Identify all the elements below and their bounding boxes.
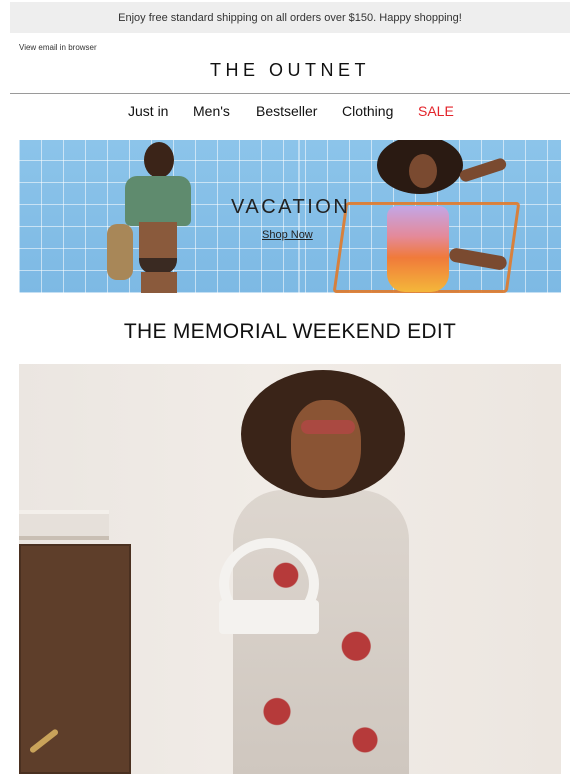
brand-logo[interactable]: THE OUTNET: [0, 60, 580, 81]
green-tshirt-image: [125, 176, 191, 226]
model-torso-image: [139, 222, 177, 260]
hero-image[interactable]: [19, 364, 561, 774]
header-divider: [10, 93, 570, 94]
nav-item-sale[interactable]: SALE: [418, 103, 454, 119]
sunglasses-image: [301, 420, 355, 434]
nav-item-just-in[interactable]: Just in: [128, 103, 168, 119]
white-bag-body-image: [219, 600, 319, 634]
nav-item-bestseller[interactable]: Bestseller: [256, 103, 317, 119]
nav-item-mens[interactable]: Men's: [193, 103, 230, 119]
shipping-promo-bar: Enjoy free standard shipping on all orde…: [10, 2, 570, 33]
model-face-image: [291, 400, 361, 490]
banner-title: VACATION: [231, 196, 351, 218]
model-face-image: [409, 154, 437, 188]
model-legs-image: [141, 272, 177, 293]
vacation-banner[interactable]: VACATION Shop Now: [19, 140, 561, 293]
nav-item-clothing[interactable]: Clothing: [342, 103, 393, 119]
section-title: THE MEMORIAL WEEKEND EDIT: [123, 320, 457, 343]
model-arm-image: [458, 156, 508, 184]
model-head-image: [144, 142, 174, 178]
main-nav: Just in Men's Bestseller Clothing SALE: [0, 103, 580, 123]
shop-now-link[interactable]: Shop Now: [262, 229, 313, 241]
shipping-promo-text: Enjoy free standard shipping on all orde…: [118, 11, 462, 24]
wood-cabinet-image: [19, 544, 131, 774]
gradient-swimsuit-image: [387, 206, 449, 292]
marble-counter-image: [19, 510, 109, 540]
woven-bag-image: [107, 224, 133, 280]
view-in-browser-link[interactable]: View email in browser: [19, 43, 97, 52]
